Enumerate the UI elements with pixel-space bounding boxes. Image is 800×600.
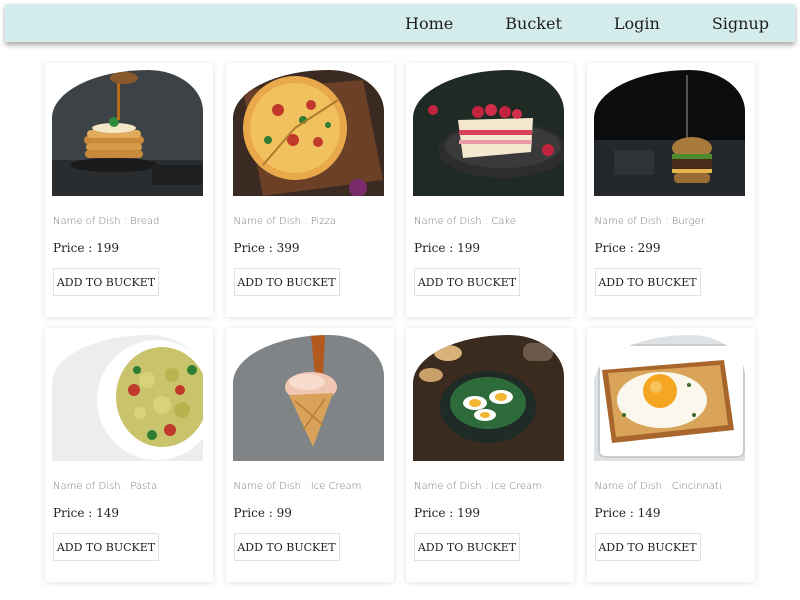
add-to-bucket-button[interactable]: ADD TO BUCKET — [594, 268, 701, 296]
dish-card: Name of Dish : Pizza Price : 399 ADD TO … — [225, 63, 394, 317]
nav-bucket-link[interactable]: Bucket — [505, 14, 562, 33]
dish-price-label: Price : 199 — [414, 506, 481, 520]
pasta-photo — [52, 335, 203, 461]
dish-price-label: Price : 149 — [594, 506, 661, 520]
pizza-photo — [232, 70, 384, 196]
salad-egg-photo — [413, 335, 564, 461]
dish-price-label: Price : 99 — [233, 506, 292, 520]
nav-login-link[interactable]: Login — [614, 14, 660, 33]
dish-price-label: Price : 399 — [233, 241, 300, 255]
dish-card: Name of Dish : Pasta Price : 149 ADD TO … — [45, 328, 213, 582]
pancakes-photo — [52, 70, 203, 196]
add-to-bucket-button[interactable]: ADD TO BUCKET — [233, 268, 340, 296]
dish-card: Name of Dish : Cincinnati Price : 149 AD… — [586, 328, 755, 582]
cake-photo — [413, 70, 564, 196]
ice-cream-photo — [232, 335, 384, 461]
dish-grid: Name of Dish : Bread Price : 199 ADD TO … — [45, 63, 755, 582]
dish-card: Name of Dish : Ice Cream Price : 199 ADD… — [406, 328, 574, 582]
dish-name-label: Name of Dish : Pizza — [233, 216, 336, 227]
dish-name-label: Name of Dish : Burger — [594, 216, 705, 227]
dish-name-label: Name of Dish : Cincinnati — [594, 481, 722, 492]
dish-card: Name of Dish : Ice Cream Price : 99 ADD … — [225, 328, 394, 582]
dish-price-label: Price : 199 — [414, 241, 481, 255]
dish-name-label: Name of Dish : Bread — [53, 216, 160, 227]
add-to-bucket-button[interactable]: ADD TO BUCKET — [53, 533, 159, 561]
add-to-bucket-button[interactable]: ADD TO BUCKET — [53, 268, 159, 296]
egg-toast-photo — [593, 335, 745, 461]
nav-home-link[interactable]: Home — [405, 14, 453, 33]
dish-price-label: Price : 199 — [53, 241, 120, 255]
top-navbar: Home Bucket Login Signup — [5, 4, 795, 42]
dish-card: Name of Dish : Cake Price : 199 ADD TO B… — [406, 63, 574, 317]
dish-price-label: Price : 299 — [594, 241, 661, 255]
add-to-bucket-button[interactable]: ADD TO BUCKET — [414, 533, 520, 561]
burger-photo — [593, 70, 745, 196]
add-to-bucket-button[interactable]: ADD TO BUCKET — [594, 533, 701, 561]
add-to-bucket-button[interactable]: ADD TO BUCKET — [414, 268, 520, 296]
dish-card: Name of Dish : Burger Price : 299 ADD TO… — [586, 63, 755, 317]
dish-name-label: Name of Dish : Ice Cream — [414, 481, 542, 492]
dish-name-label: Name of Dish : Pasta — [53, 481, 158, 492]
dish-price-label: Price : 149 — [53, 506, 120, 520]
dish-card: Name of Dish : Bread Price : 199 ADD TO … — [45, 63, 213, 317]
nav-signup-link[interactable]: Signup — [712, 14, 769, 33]
dish-name-label: Name of Dish : Ice Cream — [233, 481, 362, 492]
dish-name-label: Name of Dish : Cake — [414, 216, 516, 227]
add-to-bucket-button[interactable]: ADD TO BUCKET — [233, 533, 340, 561]
